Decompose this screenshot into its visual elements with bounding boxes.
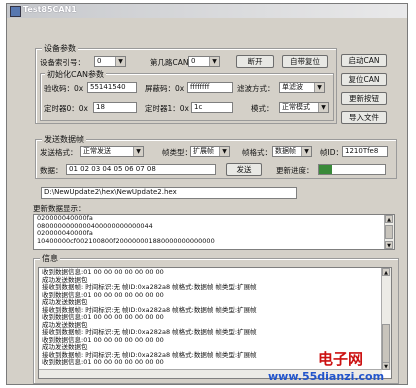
timer1-input[interactable]: 1c (191, 102, 233, 113)
reset-can-button[interactable]: 复位CAN (341, 73, 387, 86)
log-row[interactable]: 收到数据信息:01 00 00 00 00 00 00 00 (39, 268, 391, 277)
frame-id-label: 帧ID： (320, 148, 343, 157)
progress-fill (319, 165, 332, 174)
send-button[interactable]: 发送 (226, 163, 262, 176)
scroll-down-icon[interactable]: ▼ (382, 362, 390, 370)
can-channel-select[interactable]: 0 ▼ (188, 56, 220, 67)
data-label: 数据： (40, 166, 63, 175)
mask-code-label: 屏蔽码：0x (145, 84, 185, 93)
chevron-down-icon: ▼ (209, 57, 219, 66)
init-can-title: 初始化CAN参数 (45, 69, 107, 80)
acceptance-code-input[interactable]: 55141540 (87, 82, 137, 93)
mode-label: 模式： (251, 104, 274, 113)
chevron-down-icon: ▼ (133, 147, 143, 156)
update-row[interactable]: 10400000cf002100800f20000000188000000000… (34, 237, 394, 246)
info-title: 信息 (40, 253, 60, 264)
scroll-up-icon[interactable]: ▲ (385, 215, 393, 223)
mask-code-input[interactable]: ffffffff (187, 82, 233, 93)
init-can-group: 初始化CAN参数 验收码：0x 55141540 屏蔽码：0x ffffffff… (40, 69, 334, 121)
frame-format-label: 帧格式： (242, 148, 272, 157)
log-row[interactable]: 收到数据信息:01 00 00 00 00 00 00 00 (39, 313, 391, 322)
chevron-down-icon: ▼ (301, 147, 311, 156)
title-bar[interactable]: Test85CAN1 (7, 4, 407, 18)
window-title: Test85CAN1 (23, 5, 77, 14)
update-list-scrollbar[interactable]: ▲ ▼ (384, 215, 394, 249)
send-format-select[interactable]: 正常发送 ▼ (80, 146, 144, 157)
timer0-input[interactable]: 18 (93, 102, 137, 113)
disconnect-button[interactable]: 断开 (236, 55, 274, 68)
send-format-label: 发送格式： (40, 148, 78, 157)
scroll-up-icon[interactable]: ▲ (382, 268, 390, 276)
chevron-down-icon: ▼ (219, 147, 229, 156)
watermark-url: www.55dianzi.com (268, 370, 385, 383)
import-file-button[interactable]: 导入文件 (341, 111, 387, 124)
device-index-select[interactable]: 0 ▼ (94, 56, 126, 67)
data-input[interactable]: 01 02 03 04 05 06 07 08 (66, 164, 216, 175)
watermark-logo: 电子网 (318, 350, 364, 368)
scroll-thumb[interactable] (382, 324, 390, 364)
update-firmware-button[interactable]: 更新按钮 (341, 92, 387, 105)
device-params-group: 设备参数 设备索引号： 0 ▼ 第几路CAN： 0 ▼ 断开 自带复位 初始化CAN… (35, 43, 337, 124)
app-icon (10, 6, 21, 17)
filter-mode-select[interactable]: 单滤波 ▼ (279, 82, 325, 93)
frame-format-select[interactable]: 数据帧 ▼ (272, 146, 312, 157)
chevron-down-icon: ▼ (318, 103, 328, 112)
mode-select[interactable]: 正常模式 ▼ (279, 102, 329, 113)
scroll-thumb[interactable] (385, 225, 393, 239)
self-reset-button[interactable]: 自带复位 (282, 55, 328, 68)
send-frame-title: 发送数据帧 (42, 134, 86, 145)
chevron-down-icon: ▼ (314, 83, 324, 92)
device-index-label: 设备索引号： (40, 58, 85, 67)
log-row[interactable]: 收到数据信息:01 00 00 00 00 00 00 00 (39, 336, 391, 345)
frame-type-select[interactable]: 扩展帧 ▼ (190, 146, 230, 157)
update-data-list[interactable]: 020000040000fa 08000000000004000000000000… (33, 214, 395, 250)
update-progress-label: 更新进度： (276, 166, 314, 175)
info-vscrollbar[interactable]: ▲ ▼ (381, 268, 391, 370)
frame-type-label: 帧类型： (162, 148, 192, 157)
frame-id-input[interactable]: 1210Tfe8 (342, 146, 388, 157)
start-can-button[interactable]: 启动CAN (341, 54, 387, 67)
timer0-label: 定时器0：0x (44, 104, 88, 113)
log-row[interactable]: 收到数据信息:01 00 00 00 00 00 00 00 (39, 291, 391, 300)
filter-mode-label: 滤波方式： (237, 84, 275, 93)
scroll-down-icon[interactable]: ▼ (385, 241, 393, 249)
device-params-title: 设备参数 (42, 43, 78, 54)
send-frame-group: 发送数据帧 发送格式： 正常发送 ▼ 帧类型： 扩展帧 ▼ 帧格式： 数据帧 ▼ 帧I… (35, 134, 397, 179)
app-window: Test85CAN1 设备参数 设备索引号： 0 ▼ 第几路CAN： 0 ▼ 断开 … (6, 3, 408, 385)
acceptance-code-label: 验收码：0x (44, 84, 84, 93)
update-progress-bar (318, 164, 386, 175)
timer1-label: 定时器1：0x (145, 104, 189, 113)
update-display-label: 更新数据显示： (33, 204, 86, 213)
chevron-down-icon: ▼ (115, 57, 125, 66)
file-path-field[interactable]: D:\NewUpdate2\hex\NewUpdate2.hex (41, 187, 297, 199)
